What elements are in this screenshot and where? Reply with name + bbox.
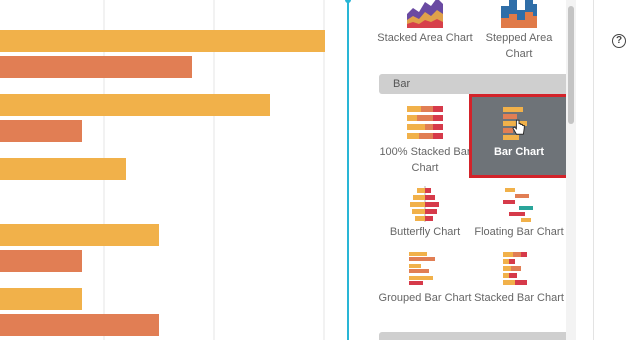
tile-label: Stacked Bar Chart [474, 292, 564, 304]
tile-percent-stacked-bar-chart[interactable]: 100% Stacked Bar Chart [377, 100, 473, 176]
bar-chart-plot [0, 0, 325, 340]
bar-series-b[interactable] [0, 56, 192, 78]
bar-series-a[interactable] [0, 224, 159, 246]
help-icon[interactable]: ? [612, 34, 626, 48]
tile-stepped-area-chart[interactable]: Stepped Area Chart [471, 0, 567, 64]
stepped-area-chart-icon [501, 0, 537, 28]
bar-series-a[interactable] [0, 158, 126, 180]
chart-type-panel: Stacked Area Chart Stepped Area Chart Ba… [375, 0, 595, 340]
section-header-bar[interactable]: Bar [379, 74, 571, 94]
tile-bar-chart[interactable]: Bar Chart [469, 94, 569, 178]
bar-series-b[interactable] [0, 120, 82, 142]
butterfly-chart-icon [410, 186, 439, 222]
bar-series-b[interactable] [0, 250, 82, 272]
tile-label: Floating Bar Chart [474, 226, 564, 238]
bar-series-a[interactable] [0, 30, 325, 52]
drop-indicator-handle[interactable] [345, 0, 351, 3]
tile-butterfly-chart[interactable]: Butterfly Chart [377, 186, 473, 246]
section-header-next[interactable] [379, 332, 571, 340]
floating-bar-chart-icon [503, 188, 533, 222]
drop-indicator-line [347, 0, 349, 340]
panel-divider [593, 0, 594, 340]
tile-label: 100% Stacked Bar Chart [379, 146, 471, 174]
tile-grouped-bar-chart[interactable]: Grouped Bar Chart [377, 250, 473, 326]
tile-label: Butterfly Chart [389, 226, 461, 238]
percent-stacked-bar-chart-icon [407, 106, 443, 139]
tile-stacked-area-chart[interactable]: Stacked Area Chart [377, 0, 473, 64]
bar-series-a[interactable] [0, 288, 82, 310]
grouped-bar-chart-icon [409, 252, 435, 285]
tile-stacked-bar-chart[interactable]: Stacked Bar Chart [471, 250, 567, 310]
bar-series-a[interactable] [0, 94, 270, 116]
tile-label: Bar Chart [493, 146, 545, 158]
stacked-area-chart-icon [407, 0, 443, 28]
tile-label: Grouped Bar Chart [378, 292, 472, 304]
bar-series-b[interactable] [0, 314, 159, 336]
chart-canvas [0, 0, 348, 340]
panel-scrollbar-thumb[interactable] [568, 6, 574, 124]
tile-label: Stepped Area Chart [485, 32, 553, 60]
tile-label: Stacked Area Chart [377, 32, 473, 44]
hand-pointer-cursor-icon [512, 119, 525, 135]
stacked-bar-chart-icon [503, 252, 527, 285]
tile-floating-bar-chart[interactable]: Floating Bar Chart [471, 186, 567, 246]
